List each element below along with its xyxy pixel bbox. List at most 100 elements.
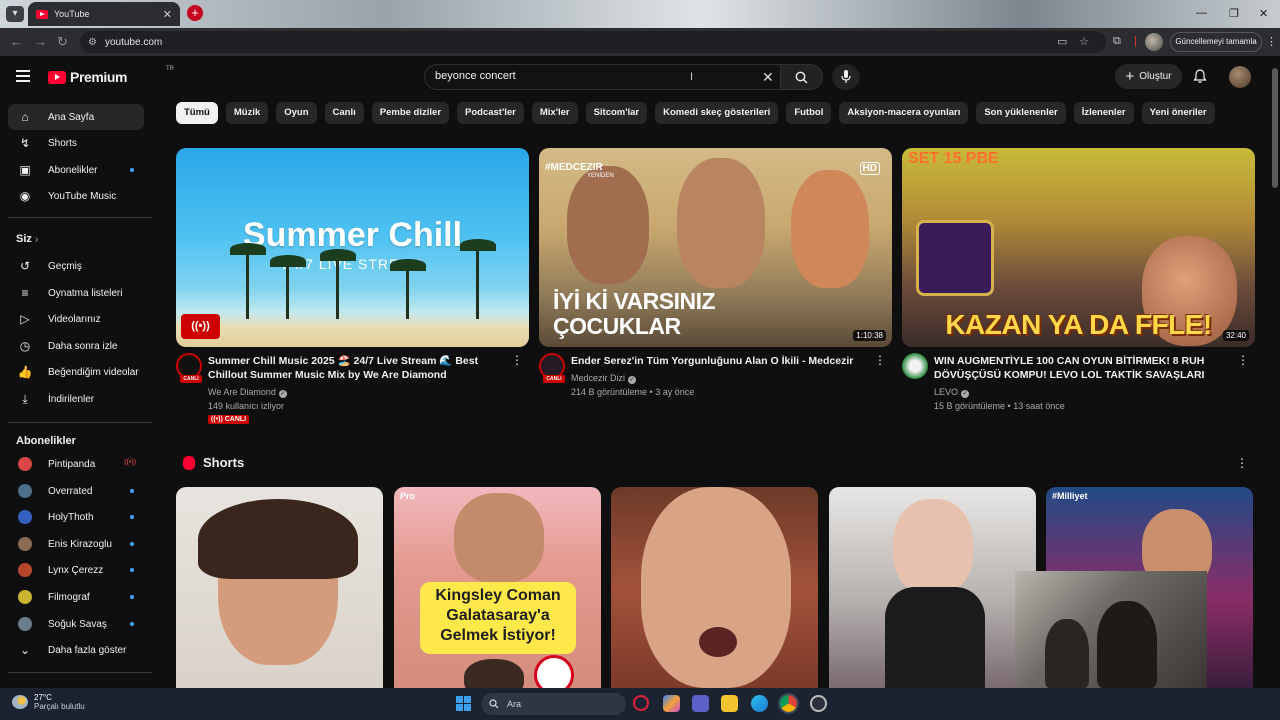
chip-watched[interactable]: İzlenenler <box>1073 102 1134 124</box>
chip-comedy-sketches[interactable]: Komedi skeç gösterileri <box>655 102 779 124</box>
notifications-bell-icon[interactable] <box>1193 69 1207 84</box>
profile-avatar[interactable] <box>1145 33 1163 51</box>
short-card[interactable] <box>611 487 818 688</box>
channel-avatar[interactable]: CANLI <box>176 353 202 383</box>
chip-gaming[interactable]: Oyun <box>276 102 317 124</box>
short-card[interactable] <box>829 487 1036 688</box>
copilot-icon[interactable] <box>663 695 680 712</box>
sidebar-item-home[interactable]: ⌂ Ana Sayfa <box>8 104 144 130</box>
video-card[interactable]: SET 15 PBE KAZAN YA DA FFLE! 32:40 WIN A… <box>902 148 1255 427</box>
sidebar-channel-holythoth[interactable]: HolyThoth <box>8 504 144 530</box>
chip-action-adventure[interactable]: Aksiyon-macera oyunları <box>839 102 969 124</box>
obs-icon[interactable] <box>810 695 827 712</box>
video-more-options-icon[interactable]: ⋮ <box>511 353 523 367</box>
search-input[interactable] <box>435 70 695 82</box>
sidebar-item-watch-later[interactable]: ◷ Daha sonra izle <box>8 333 144 359</box>
tab-close-icon[interactable]: ✕ <box>163 8 172 21</box>
cast-icon[interactable]: ▭ <box>1057 35 1067 48</box>
edge-icon[interactable] <box>751 695 768 712</box>
sidebar-item-shorts[interactable]: ↯ Shorts <box>8 130 144 156</box>
chip-football[interactable]: Futbol <box>786 102 832 124</box>
sidebar-item-your-videos[interactable]: ▷ Videolarınız <box>8 306 144 332</box>
search-button[interactable] <box>781 64 823 90</box>
forward-icon[interactable]: → <box>34 34 47 49</box>
youtube-premium-logo[interactable]: Premium TR <box>48 66 174 85</box>
video-thumbnail[interactable]: SET 15 PBE KAZAN YA DA FFLE! 32:40 <box>902 148 1255 347</box>
bookmark-star-icon[interactable]: ☆ <box>1079 35 1089 48</box>
tab-search-button[interactable]: ▾ <box>6 6 24 22</box>
browser-menu-icon[interactable]: ⋮ <box>1266 35 1277 48</box>
video-title[interactable]: Summer Chill Music 2025 🏖️ 24/7 Live Str… <box>208 354 508 382</box>
channel-name[interactable]: LEVO ✓ <box>934 387 970 398</box>
short-card[interactable]: Pro Kingsley Coman Galatasaray'a Gelmek … <box>394 487 601 688</box>
url-field[interactable]: ⚙ youtube.com <box>80 31 1106 53</box>
chip-music[interactable]: Müzik <box>225 102 269 124</box>
sidebar-item-history[interactable]: ↺ Geçmiş <box>8 253 144 279</box>
channel-avatar[interactable]: CANLI <box>539 353 565 383</box>
you-section-header[interactable]: Siz › <box>16 233 38 245</box>
chip-soap-operas[interactable]: Pembe diziler <box>371 102 450 124</box>
sidebar-item-subscriptions[interactable]: ▣ Abonelikler <box>8 157 144 183</box>
sidebar-channel-lynx-cerezz[interactable]: Lynx Çerezz <box>8 557 144 583</box>
music-icon: ◉ <box>19 189 31 203</box>
sidebar-channel-pintipanda[interactable]: Pintipanda ((•)) <box>8 451 144 477</box>
back-icon[interactable]: ← <box>10 34 23 49</box>
video-card[interactable]: #MEDCEZIR YENİDEN HD İYİ Kİ VARSINIZ ÇOC… <box>539 148 892 427</box>
scrollbar-thumb[interactable] <box>1272 68 1278 188</box>
chip-mixes[interactable]: Mix'ler <box>531 102 578 124</box>
search-box[interactable]: I ✕ <box>424 64 781 90</box>
chip-live[interactable]: Canlı <box>324 102 364 124</box>
chip-recently-uploaded[interactable]: Son yüklenenler <box>976 102 1066 124</box>
site-info-icon[interactable]: ⚙ <box>88 37 97 48</box>
maximize-icon[interactable]: ❐ <box>1229 7 1239 20</box>
reload-icon[interactable]: ↻ <box>57 34 68 50</box>
sidebar-show-more[interactable]: ⌄ Daha fazla göster <box>8 637 144 663</box>
channel-name[interactable]: We Are Diamond ✓ <box>208 387 287 398</box>
opera-icon[interactable] <box>633 695 649 711</box>
sidebar-item-liked-videos[interactable]: 👍 Beğendiğim videolar <box>8 359 144 385</box>
channel-avatar[interactable] <box>902 353 928 379</box>
close-window-icon[interactable]: ✕ <box>1259 7 1268 20</box>
create-button[interactable]: + Oluştur <box>1115 64 1182 89</box>
voice-search-button[interactable] <box>832 64 860 90</box>
teams-icon[interactable] <box>692 695 709 712</box>
windows-start-icon[interactable] <box>456 696 471 711</box>
sidebar-item-playlists[interactable]: ≡ Oynatma listeleri <box>8 280 144 306</box>
sidebar-item-youtube-music[interactable]: ◉ YouTube Music <box>8 183 144 209</box>
video-card[interactable]: Summer Chill 24/7 LIVE STREAM ((•)) CANL… <box>176 148 529 427</box>
menu-icon[interactable] <box>16 70 30 82</box>
sidebar-channel-enis-kirazoglu[interactable]: Enis Kirazoglu <box>8 531 144 557</box>
account-avatar[interactable] <box>1229 66 1251 88</box>
video-thumbnail[interactable]: Summer Chill 24/7 LIVE STREAM ((•)) <box>176 148 529 347</box>
video-more-options-icon[interactable]: ⋮ <box>1237 353 1249 367</box>
minimize-icon[interactable]: — <box>1196 7 1207 19</box>
chrome-icon[interactable] <box>778 693 799 714</box>
person-shape <box>641 487 791 688</box>
shorts-more-options-icon[interactable]: ⋮ <box>1236 456 1248 470</box>
video-title[interactable]: WIN AUGMENTİYLE 100 CAN OYUN BİTİRMEK! 8… <box>934 354 1234 382</box>
new-tab-button[interactable]: + <box>187 5 203 21</box>
chip-new-to-you[interactable]: Yeni öneriler <box>1141 102 1215 124</box>
video-more-options-icon[interactable]: ⋮ <box>874 353 886 367</box>
channel-name[interactable]: Medcezir Dizi ✓ <box>571 373 637 384</box>
divider-icon: | <box>1134 35 1137 47</box>
sidebar-item-label: Overrated <box>48 485 93 497</box>
file-explorer-icon[interactable] <box>721 695 738 712</box>
video-title[interactable]: Ender Serez'in Tüm Yorgunluğunu Alan O İ… <box>571 354 871 368</box>
extensions-icon[interactable]: ⧉ <box>1113 35 1121 48</box>
chip-all[interactable]: Tümü <box>176 102 218 124</box>
weather-widget[interactable]: 27°C Parçalı bulutlu <box>12 693 85 711</box>
sidebar-channel-filmograf[interactable]: Filmograf <box>8 584 144 610</box>
chip-sitcoms[interactable]: Sitcom'lar <box>585 102 648 124</box>
browser-tab-youtube[interactable]: YouTube ✕ <box>28 2 180 26</box>
chip-podcasts[interactable]: Podcast'ler <box>457 102 524 124</box>
update-button[interactable]: Güncellemeyi tamamla <box>1170 32 1262 52</box>
taskbar-search[interactable]: Ara <box>481 693 626 715</box>
page-scrollbar[interactable] <box>1270 56 1280 688</box>
sidebar-channel-overrated[interactable]: Overrated <box>8 478 144 504</box>
clear-search-icon[interactable]: ✕ <box>762 69 774 86</box>
video-thumbnail[interactable]: #MEDCEZIR YENİDEN HD İYİ Kİ VARSINIZ ÇOC… <box>539 148 892 347</box>
sidebar-channel-soguk-savas[interactable]: Soğuk Savaş <box>8 611 144 637</box>
short-card[interactable] <box>176 487 383 688</box>
sidebar-item-downloads[interactable]: ⤓ İndirilenler <box>8 386 144 412</box>
